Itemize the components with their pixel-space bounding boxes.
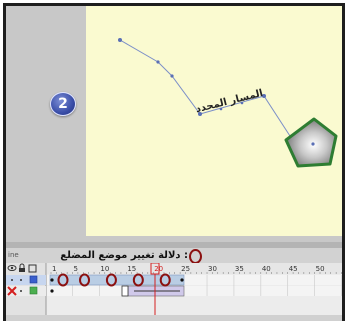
ruler-label: 45 <box>289 265 298 273</box>
keyframe-dot[interactable] <box>50 289 54 293</box>
selected-frame-span[interactable] <box>49 274 185 286</box>
stage-drawing: المسار المحدد <box>118 38 338 168</box>
path-point <box>156 60 160 64</box>
path-point <box>118 38 122 42</box>
keyframe-dot[interactable] <box>180 278 184 282</box>
panel-tab-fragment: ine <box>8 251 19 259</box>
ruler-label: 30 <box>208 265 217 273</box>
path-point-dots <box>118 38 266 116</box>
layer-color-swatch-blue[interactable] <box>29 275 38 284</box>
layer-color-swatch-green[interactable] <box>29 286 38 295</box>
ruler-label: 40 <box>262 265 271 273</box>
shape-center-point <box>311 142 315 146</box>
timeline-caption: : دلالة تغيير موضع المضلع <box>60 250 188 261</box>
timeline-scroll-strip[interactable] <box>6 315 342 321</box>
ruler-label: 35 <box>235 265 244 273</box>
ruler-label: 25 <box>181 265 190 273</box>
ruler-label: 15 <box>127 265 136 273</box>
timeline-header: : دلالة تغيير موضع المضلع <box>6 248 342 264</box>
frame-ruler <box>47 263 342 274</box>
path-point <box>170 74 174 78</box>
keyframe-dot[interactable] <box>50 278 54 282</box>
frame-row-2 <box>47 286 342 296</box>
path-label: المسار المحدد <box>195 88 265 115</box>
ruler-label: 1 <box>52 265 56 273</box>
keyframe-end-box[interactable] <box>121 285 129 297</box>
ruler-label: 50 <box>316 265 325 273</box>
motion-path[interactable] <box>119 39 291 137</box>
layer-row-2-dot <box>20 290 22 292</box>
ruler-label: 5 <box>74 265 78 273</box>
ruler-label: 10 <box>100 265 109 273</box>
step-number-badge: 2 <box>50 92 76 116</box>
pentagon-shape[interactable] <box>284 117 338 168</box>
marker-circle-icon <box>189 249 202 264</box>
timeline-drawing: 1510152025303540455055 <box>6 263 342 315</box>
